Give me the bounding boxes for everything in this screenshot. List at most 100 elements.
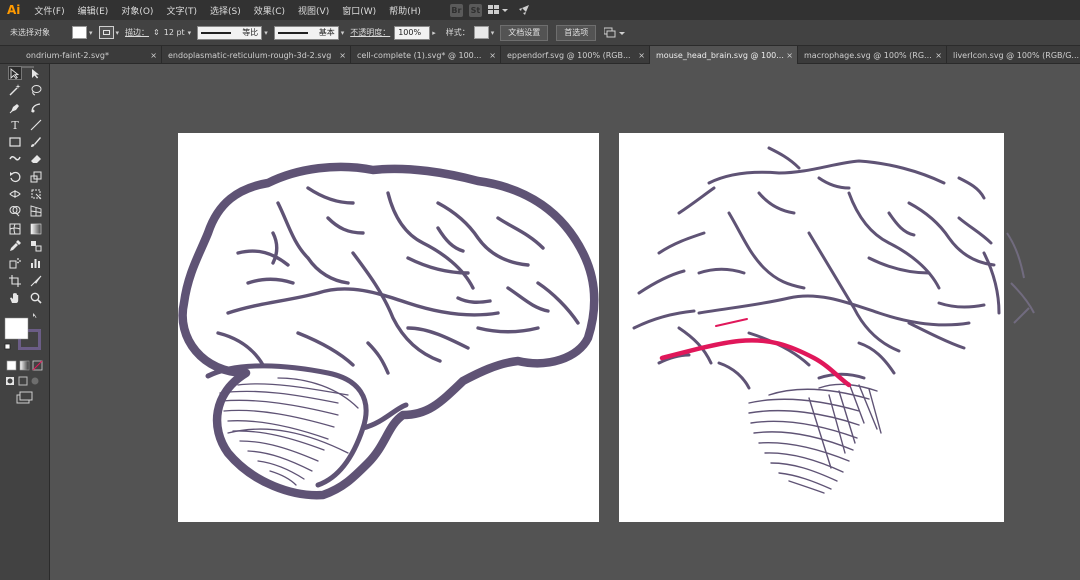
- stroke-weight-value[interactable]: 12 pt: [164, 28, 185, 37]
- close-icon[interactable]: ×: [786, 51, 793, 60]
- hand-tool-icon[interactable]: [8, 291, 22, 305]
- menu-view[interactable]: 视图(V): [298, 4, 329, 17]
- close-icon[interactable]: ×: [638, 51, 645, 60]
- line-segment-tool-icon[interactable]: [29, 118, 43, 132]
- tab-liver-icon[interactable]: liverIcon.svg @ 100% (RGB/G...: [947, 46, 1080, 64]
- menu-type[interactable]: 文字(T): [166, 4, 197, 17]
- menu-select[interactable]: 选择(S): [210, 4, 241, 17]
- mesh-tool-icon[interactable]: [8, 222, 22, 236]
- drawing-mode-row: [6, 376, 39, 386]
- stroke-swatch[interactable]: [98, 26, 114, 39]
- color-mode-icon: [6, 360, 17, 371]
- opacity-label[interactable]: 不透明度：: [350, 27, 390, 38]
- symbol-sprayer-tool-icon[interactable]: [8, 256, 22, 270]
- fill-dropdown-icon[interactable]: ▾: [89, 29, 93, 37]
- magic-wand-tool-icon[interactable]: [8, 83, 22, 97]
- stroke-label[interactable]: 描边：: [125, 27, 149, 38]
- blend-tool-icon[interactable]: [29, 239, 43, 253]
- tab-mitochondrium[interactable]: ondrium-faint-2.svg* ×: [0, 46, 162, 64]
- curvature-tool-icon[interactable]: [29, 101, 43, 115]
- profile-line-icon: [201, 31, 232, 34]
- close-icon[interactable]: ×: [935, 51, 942, 60]
- tab-endoplasmatic-reticulum[interactable]: endoplasmatic-reticulum-rough-3d-2.svg ×: [162, 46, 351, 64]
- column-graph-tool-icon[interactable]: [29, 256, 43, 270]
- bridge-button[interactable]: Br: [449, 3, 463, 17]
- fill-stroke-widget[interactable]: [0, 313, 50, 353]
- rotate-tool-icon[interactable]: [8, 170, 22, 184]
- opacity-input[interactable]: 100%: [394, 25, 431, 40]
- menu-object[interactable]: 对象(O): [121, 4, 153, 17]
- app-logo: Ai: [7, 3, 21, 17]
- style-swatch[interactable]: [473, 26, 489, 39]
- zoom-tool-icon[interactable]: [29, 291, 43, 305]
- direct-selection-tool-icon[interactable]: [29, 66, 43, 80]
- selection-status: 未选择对象: [10, 28, 50, 37]
- eraser-tool-icon[interactable]: [29, 152, 43, 166]
- artboard-tool-icon[interactable]: [8, 274, 22, 288]
- width-tool-icon[interactable]: [8, 187, 22, 201]
- preferences-button[interactable]: 首选项: [556, 24, 597, 41]
- lasso-tool-icon[interactable]: [29, 83, 43, 97]
- opacity-expand-icon[interactable]: ▸: [432, 29, 436, 37]
- menu-edit[interactable]: 编辑(E): [78, 4, 109, 17]
- style-label: 样式：: [445, 28, 470, 37]
- stroke-dropdown-icon[interactable]: ▾: [116, 29, 120, 37]
- tab-cell-complete[interactable]: cell-complete (1).svg* @ 100... ×: [351, 46, 501, 64]
- brush-dropdown-icon[interactable]: ▾: [341, 29, 345, 37]
- document-tab-bar: ondrium-faint-2.svg* × endoplasmatic-ret…: [0, 46, 1080, 64]
- type-tool-icon[interactable]: T: [8, 118, 22, 132]
- brush-definition[interactable]: 基本: [273, 25, 339, 40]
- send-rocket-icon[interactable]: [518, 4, 530, 16]
- highlight-path-fragment: [715, 318, 748, 327]
- tab-label: cell-complete (1).svg* @ 100...: [357, 50, 482, 60]
- stock-button[interactable]: St: [468, 3, 482, 17]
- close-icon[interactable]: ×: [489, 51, 496, 60]
- arrange-panel-icon[interactable]: [604, 27, 626, 39]
- arrange-documents-icon[interactable]: [487, 4, 508, 16]
- tab-label: macrophage.svg @ 100% (RG...: [804, 50, 932, 60]
- shaper-tool-icon[interactable]: [8, 152, 22, 166]
- perspective-grid-tool-icon[interactable]: [29, 204, 43, 218]
- document-setup-button[interactable]: 文档设置: [500, 24, 549, 41]
- free-transform-tool-icon[interactable]: [29, 187, 43, 201]
- close-icon[interactable]: ×: [150, 51, 157, 60]
- variable-width-profile[interactable]: 等比: [197, 25, 263, 40]
- tab-eppendorf[interactable]: eppendorf.svg @ 100% (RGB... ×: [501, 46, 650, 64]
- eyedropper-tool-icon[interactable]: [8, 239, 22, 253]
- profile-dropdown-icon[interactable]: ▾: [264, 29, 268, 37]
- draw-behind-icon: [18, 376, 28, 386]
- draw-normal-circle: [7, 378, 13, 384]
- brush-line-icon: [277, 31, 308, 34]
- scale-tool-icon[interactable]: [29, 170, 43, 184]
- close-icon[interactable]: ×: [339, 51, 346, 60]
- menu-help[interactable]: 帮助(H): [389, 4, 421, 17]
- canvas-area[interactable]: [50, 64, 1080, 580]
- tab-mouse-head-brain[interactable]: mouse_head_brain.svg @ 100... ×: [650, 46, 798, 64]
- gradient-tool-icon[interactable]: [29, 222, 43, 236]
- screen-mode-icon[interactable]: [0, 391, 50, 405]
- draw-inside-icon: [31, 377, 39, 385]
- menu-window[interactable]: 窗口(W): [342, 4, 376, 17]
- pen-tool-icon[interactable]: [8, 101, 22, 115]
- artboard-2[interactable]: [619, 133, 1035, 522]
- paintbrush-tool-icon[interactable]: [29, 135, 43, 149]
- gradient-mode-icon: [19, 360, 30, 371]
- rectangle-tool-icon[interactable]: [8, 135, 22, 149]
- tab-macrophage[interactable]: macrophage.svg @ 100% (RG... ×: [798, 46, 947, 64]
- fill-color-box: [4, 317, 29, 340]
- style-dropdown-icon[interactable]: ▾: [491, 29, 495, 37]
- slice-tool-icon[interactable]: [29, 274, 43, 288]
- tab-label: eppendorf.svg @ 100% (RGB...: [507, 50, 631, 60]
- shape-builder-tool-icon[interactable]: [8, 204, 22, 218]
- stroke-stepper-icon[interactable]: ⇕: [153, 28, 160, 37]
- selection-tool-icon[interactable]: [8, 66, 22, 80]
- profile-label: 等比: [242, 28, 259, 37]
- tab-label: endoplasmatic-reticulum-rough-3d-2.svg: [168, 50, 332, 60]
- menu-effect[interactable]: 效果(C): [254, 4, 285, 17]
- fill-swatch[interactable]: [72, 26, 87, 39]
- brush-label: 基本: [318, 28, 335, 37]
- artboard-1[interactable]: [178, 133, 599, 522]
- menu-file[interactable]: 文件(F): [34, 4, 64, 17]
- stroke-weight-dropdown-icon[interactable]: ▾: [188, 29, 192, 37]
- brain-thick-outline: [178, 162, 599, 500]
